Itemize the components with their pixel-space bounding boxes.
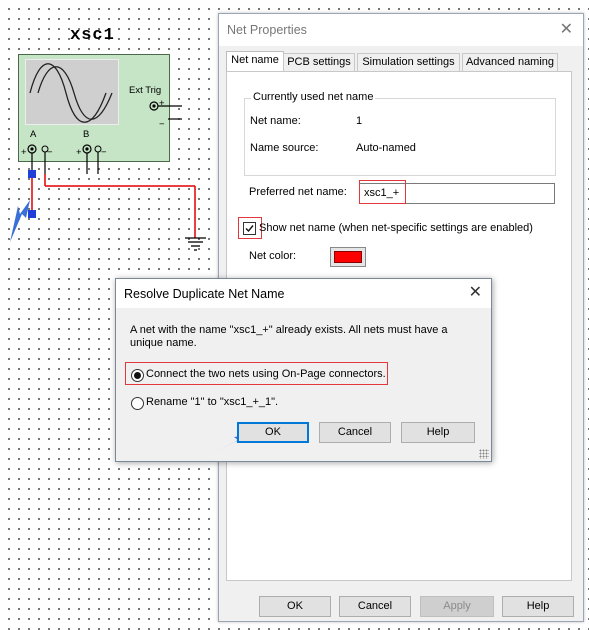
rename-net-label[interactable]: Rename "1" to "xsc1_+_1". [146,396,278,408]
resolve-help-button[interactable]: Help [401,422,475,443]
highlight-frame [125,362,388,385]
close-icon[interactable]: ✕ [560,22,573,38]
ok-button[interactable]: OK [259,596,331,617]
net-name-value: 1 [356,115,363,127]
resolve-duplicate-dialog: Resolve Duplicate Net Name ✕ A net with … [115,278,492,462]
net-properties-title: Net Properties [227,23,307,37]
tab-pcb-settings[interactable]: PCB settings [283,53,355,71]
name-source-label: Name source: [250,142,319,154]
show-net-name-label[interactable]: Show net name (when net-specific setting… [259,222,533,234]
tab-simulation-settings[interactable]: Simulation settings [357,53,460,71]
net-color-swatch [334,251,362,263]
resolve-message: A net with the name "xsc1_+" already exi… [130,324,448,349]
apply-button[interactable]: Apply [420,596,494,617]
schematic-wires [10,101,206,251]
tab-advanced-naming[interactable]: Advanced naming [462,53,558,71]
net-color-button[interactable] [330,247,366,267]
tab-net-name[interactable]: Net name [226,51,284,72]
highlight-frame [359,180,406,204]
help-button[interactable]: Help [502,596,574,617]
pointer-arrow-icon [10,200,30,242]
name-source-value: Auto-named [356,142,416,154]
net-name-label: Net name: [250,115,301,127]
wire-handle-bottom[interactable] [28,210,36,218]
ground-icon [185,237,206,251]
resize-grip-icon[interactable] [479,449,489,459]
close-icon[interactable]: ✕ [469,285,482,301]
group-title: Currently used net name [251,91,376,103]
rename-net-radio[interactable] [131,397,144,410]
net-properties-titlebar[interactable]: Net Properties ✕ [219,14,583,46]
current-net-name-group: Currently used net name Net name: 1 Name… [244,91,556,176]
preferred-net-name-label: Preferred net name: [249,186,347,198]
resolve-titlebar[interactable]: Resolve Duplicate Net Name ✕ [116,279,491,308]
resolve-cancel-button[interactable]: Cancel [319,422,391,443]
resolve-title: Resolve Duplicate Net Name [124,287,285,301]
cancel-button[interactable]: Cancel [339,596,411,617]
net-color-label: Net color: [249,250,297,262]
wire-handle-top[interactable] [28,170,36,178]
resolve-ok-button[interactable]: OK [237,422,309,443]
schematic-canvas[interactable]: xsc1 Ext Trig A B + − + − + − [0,0,230,280]
